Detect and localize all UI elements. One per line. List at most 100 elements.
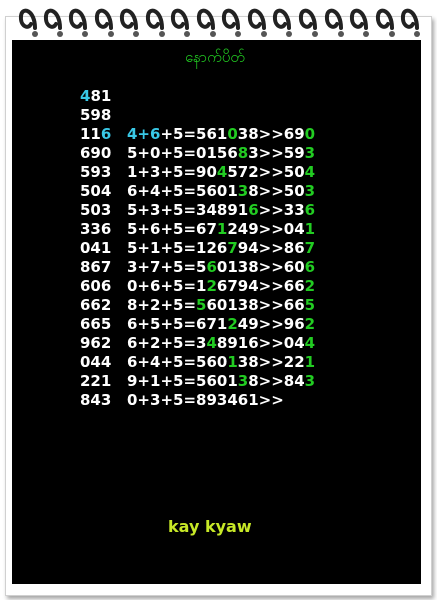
formula-segment: 3>>59 — [248, 144, 305, 162]
spiral-ring-icon — [196, 8, 216, 37]
row-formula: 5+0+5=015683>>593 — [127, 144, 315, 162]
formula-segment: 2 — [227, 315, 238, 333]
formula-segment: 6 — [206, 258, 217, 276]
row-number: 336 — [80, 220, 111, 238]
formula-segment: 4 — [304, 163, 316, 181]
row-number: 690 — [80, 144, 111, 162]
formula-segment: 1+3+5=90 — [127, 163, 217, 181]
formula-segment: 5+6+5=67 — [127, 220, 217, 238]
digit-segment: 504 — [80, 182, 112, 200]
formula-segment: 572>>50 — [227, 163, 305, 181]
formula-segment: 6+5+5=671 — [127, 315, 228, 333]
row-number: 503 — [80, 201, 111, 219]
formula-segment: 249>>04 — [227, 220, 305, 238]
row-formula: 0+6+5=126794>>662 — [127, 277, 315, 295]
row-number: 221 — [80, 372, 111, 390]
formula-segment: 3 — [304, 144, 316, 162]
formula-segment: 8 — [237, 144, 249, 162]
digit-segment: 593 — [80, 163, 112, 181]
formula-segment: 3 — [237, 372, 249, 390]
formula-segment: 4+6 — [127, 125, 161, 143]
formula-segment: 1 — [216, 220, 228, 238]
row-formula: 6+4+5=560138>>503 — [127, 182, 315, 200]
row-formula: 0+3+5=893461>> — [127, 391, 284, 409]
formula-segment: 4 — [206, 334, 217, 352]
formula-segment: 2 — [206, 277, 217, 295]
row-formula: 5+6+5=671249>>041 — [127, 220, 315, 238]
spiral-ring-icon — [375, 8, 395, 37]
row-formula: 9+1+5=560138>>843 — [127, 372, 315, 390]
row-number: 593 — [80, 163, 111, 181]
formula-segment: >>33 — [258, 201, 305, 219]
row-formula: 3+7+5=560138>>606 — [127, 258, 315, 276]
spiral-ring-icon — [349, 8, 369, 37]
formula-segment: 0 — [304, 125, 316, 143]
formula-segment: 8>>84 — [248, 372, 305, 390]
row-formula: 6+4+5=560138>>221 — [127, 353, 315, 371]
digit-segment: 606 — [80, 277, 112, 295]
digit-segment: 11 — [80, 125, 101, 143]
digit-segment: 665 — [80, 315, 112, 333]
formula-segment: 5+3+5=34891 — [127, 201, 249, 219]
row-number: 116 — [80, 125, 111, 143]
formula-segment: 7 — [304, 239, 316, 257]
formula-segment: 5 — [196, 296, 207, 314]
digit-segment: 662 — [80, 296, 112, 314]
formula-segment: 6+2+5=3 — [127, 334, 207, 352]
digit-segment: 690 — [80, 144, 112, 162]
row-number: 665 — [80, 315, 111, 333]
spiral-ring-icon — [247, 8, 267, 37]
formula-segment: 8>>50 — [248, 182, 305, 200]
digit-segment: 503 — [80, 201, 112, 219]
spiral-ring-icon — [298, 8, 318, 37]
row-formula: 5+1+5=126794>>867 — [127, 239, 315, 257]
row-number: 962 — [80, 334, 111, 352]
formula-segment: 2 — [304, 315, 316, 333]
row-formula: 6+5+5=671249>>962 — [127, 315, 315, 333]
digit-segment: 336 — [80, 220, 112, 238]
formula-segment: 1 — [304, 220, 316, 238]
formula-segment: 0+3+5=893461>> — [127, 391, 284, 409]
formula-segment: 5+0+5=0156 — [127, 144, 238, 162]
digit-segment: 221 — [80, 372, 112, 390]
digit-segment: 044 — [80, 353, 112, 371]
formula-segment: 2 — [304, 277, 316, 295]
formula-segment: 94>>86 — [237, 239, 305, 257]
digit-segment: 598 — [80, 106, 112, 124]
formula-segment: 4 — [216, 163, 228, 181]
formula-segment: 6 — [304, 258, 316, 276]
formula-segment: 9+1+5=5601 — [127, 372, 238, 390]
spiral-ring-icon — [221, 8, 241, 37]
row-formula: 8+2+5=560138>>665 — [127, 296, 315, 314]
formula-segment: 38>>69 — [237, 125, 305, 143]
formula-segment: 6794>>66 — [216, 277, 305, 295]
formula-segment: 0 — [227, 125, 238, 143]
row-number: 041 — [80, 239, 111, 257]
digit-segment: 843 — [80, 391, 112, 409]
formula-segment: 8+2+5= — [127, 296, 197, 314]
spiral-ring-icon — [400, 8, 420, 37]
spiral-ring-icon — [324, 8, 344, 37]
formula-segment: 6+4+5=5601 — [127, 182, 238, 200]
row-number: 606 — [80, 277, 111, 295]
formula-segment: 3 — [304, 182, 316, 200]
formula-segment: 5 — [304, 296, 316, 314]
formula-segment: 3 — [237, 182, 249, 200]
formula-segment: 4 — [304, 334, 316, 352]
formula-segment: +5=561 — [160, 125, 228, 143]
digit-segment: 6 — [100, 125, 112, 143]
row-number: 598 — [80, 106, 111, 124]
row-formula: 6+2+5=348916>>044 — [127, 334, 315, 352]
row-number: 662 — [80, 296, 111, 314]
digit-segment: 4 — [80, 87, 91, 105]
author-signature: kay kyaw — [168, 517, 252, 536]
digit-segment: 867 — [80, 258, 112, 276]
formula-segment: 0138>>60 — [216, 258, 305, 276]
spiral-ring-icon — [68, 8, 88, 37]
formula-segment: 6+4+5=560 — [127, 353, 228, 371]
formula-segment: 49>>96 — [237, 315, 305, 333]
spiral-ring-icon — [272, 8, 292, 37]
formula-segment: 3 — [304, 372, 316, 390]
spiral-ring-icon — [119, 8, 139, 37]
formula-segment: 6 — [248, 201, 259, 219]
